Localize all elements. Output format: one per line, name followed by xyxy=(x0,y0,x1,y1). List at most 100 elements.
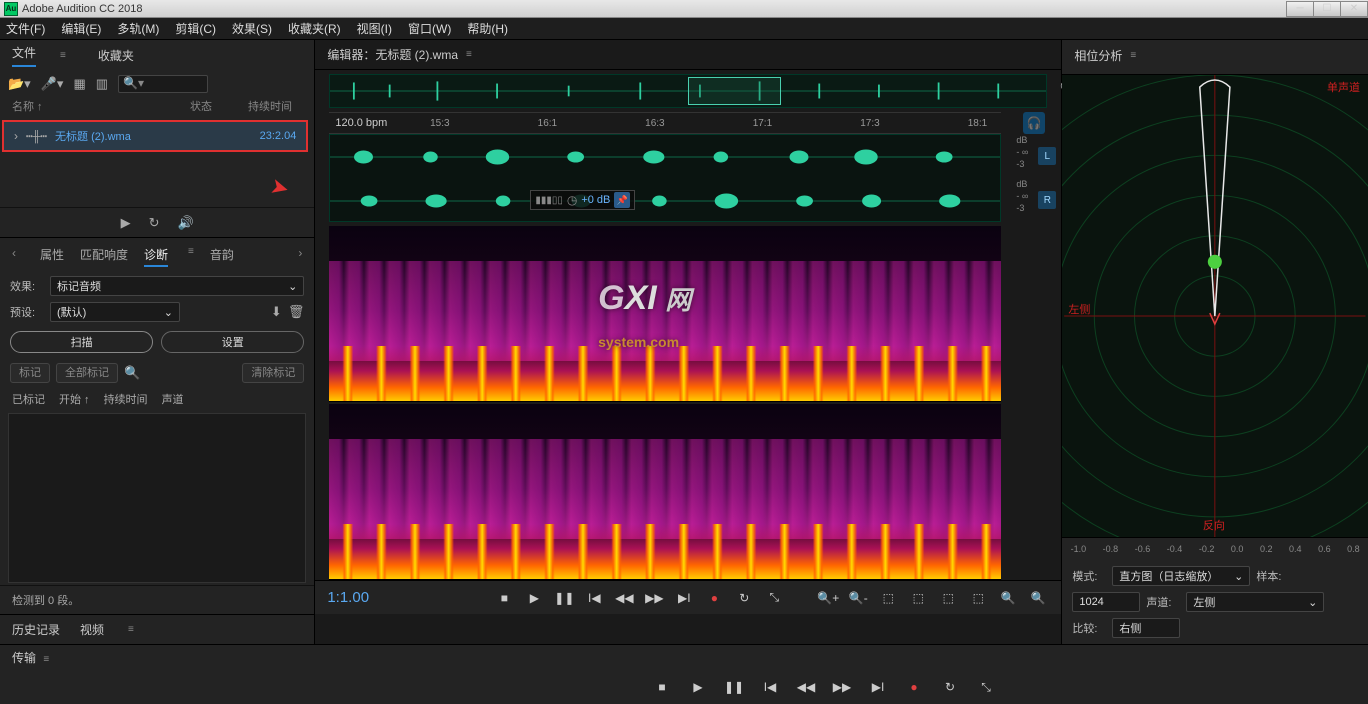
mode-select[interactable]: 直方图（日志缩放）⌄ xyxy=(1112,566,1250,586)
bpm-display[interactable]: 120.0 bpm xyxy=(335,117,387,129)
multitrack-icon[interactable]: ▦ xyxy=(73,76,85,92)
list-icon[interactable]: ▥ xyxy=(96,76,108,92)
zoom-in-point-button[interactable]: ⬚ xyxy=(937,587,959,609)
waveform-hud[interactable]: ▮▮▮▯▯ ◷ +0 dB 📌 xyxy=(530,190,635,210)
overview-waveform[interactable]: 🔍 ≡ xyxy=(329,74,1047,108)
rewind-button[interactable]: ◀◀ xyxy=(613,587,635,609)
channel-select[interactable]: 左侧⌄ xyxy=(1186,592,1324,612)
settings-button[interactable]: 设置 xyxy=(161,331,304,353)
zoom-selection-button[interactable]: ⬚ xyxy=(907,587,929,609)
col-marked[interactable]: 已标记 xyxy=(12,391,45,407)
menu-view[interactable]: 视图(I) xyxy=(357,20,392,37)
menu-icon[interactable]: ≡ xyxy=(128,624,134,635)
menu-favorites[interactable]: 收藏夹(R) xyxy=(288,20,341,37)
mark-all-button[interactable]: 全部标记 xyxy=(56,363,118,383)
tab-phonetics[interactable]: 音韵 xyxy=(210,246,234,267)
menu-edit[interactable]: 编辑(E) xyxy=(61,20,101,37)
snap-icon[interactable]: 🎧 xyxy=(1023,112,1045,134)
tab-files[interactable]: 文件 xyxy=(12,44,36,67)
open-folder-icon[interactable]: 📂▾ xyxy=(8,76,31,92)
minimize-button[interactable]: ─ xyxy=(1286,1,1314,17)
diagnostics-list[interactable] xyxy=(8,413,306,583)
time-ruler[interactable]: 120.0 bpm 15:3 16:1 16:3 17:1 17:3 18:1 … xyxy=(329,112,1001,134)
channel-l-badge[interactable]: L xyxy=(1038,147,1056,165)
preset-select[interactable]: (默认)⌄ xyxy=(50,302,180,322)
col-status[interactable]: 状态 xyxy=(190,98,240,118)
menu-multitrack[interactable]: 多轨(M) xyxy=(117,20,159,37)
loop-button[interactable]: ↻ xyxy=(939,676,961,698)
zoom-out-point-button[interactable]: ⬚ xyxy=(967,587,989,609)
menu-help[interactable]: 帮助(H) xyxy=(467,20,508,37)
forward-button[interactable]: ▶▶ xyxy=(831,676,853,698)
zoom-amplitude-button[interactable]: 🔍 xyxy=(997,587,1019,609)
skip-selection-button[interactable]: ⤡ xyxy=(975,676,997,698)
effect-select[interactable]: 标记音频⌄ xyxy=(50,276,304,296)
loop-button[interactable]: ↻ xyxy=(733,587,755,609)
play-button[interactable]: ▶ xyxy=(687,676,709,698)
menu-icon[interactable]: ≡ xyxy=(1130,50,1136,61)
pause-button[interactable]: ❚❚ xyxy=(723,676,745,698)
zoom-out-button[interactable]: 🔍- xyxy=(847,587,869,609)
tab-match-loudness[interactable]: 匹配响度 xyxy=(80,246,128,267)
tab-video[interactable]: 视频 xyxy=(80,621,104,638)
hud-pin-icon[interactable]: 📌 xyxy=(614,192,630,208)
zoom-full-button[interactable]: ⬚ xyxy=(877,587,899,609)
phase-scope[interactable]: 单声道 左侧 反向 xyxy=(1062,74,1368,538)
tab-history[interactable]: 历史记录 xyxy=(12,621,60,638)
menu-window[interactable]: 窗口(W) xyxy=(408,20,451,37)
save-preset-icon[interactable]: ⬇ xyxy=(271,304,282,320)
waveform-display[interactable]: dB- ∞-3 L dB- ∞-3 R ▮▮▮▯▯ ◷ +0 dB 📌 xyxy=(329,134,1001,222)
play-button[interactable]: ▶ xyxy=(523,587,545,609)
menu-icon[interactable]: ≡ xyxy=(188,246,194,267)
skip-start-button[interactable]: I◀ xyxy=(759,676,781,698)
skip-start-button[interactable]: I◀ xyxy=(583,587,605,609)
stop-button[interactable]: ■ xyxy=(493,587,515,609)
col-name[interactable]: 名称 ↑ xyxy=(12,98,182,118)
loop-icon[interactable]: ↻ xyxy=(149,215,160,231)
col-duration[interactable]: 持续时间 xyxy=(248,98,292,118)
delete-preset-icon[interactable]: 🗑 xyxy=(288,304,305,320)
scroll-left-icon[interactable]: ‹ xyxy=(12,246,16,260)
rewind-button[interactable]: ◀◀ xyxy=(795,676,817,698)
record-icon[interactable]: 🎤▾ xyxy=(41,76,64,92)
autoplay-icon[interactable]: 🔊 xyxy=(178,215,194,231)
spectrogram-l[interactable]: Hz10k6k2k1k GXI 网 system.com xyxy=(329,226,1001,402)
compare-select[interactable]: 右侧 xyxy=(1112,618,1180,638)
hud-gain[interactable]: +0 dB xyxy=(581,194,610,206)
skip-selection-button[interactable]: ⤡ xyxy=(763,587,785,609)
menu-icon[interactable]: ≡ xyxy=(466,49,472,60)
spectrogram-r[interactable]: Hz10k6k2k1k xyxy=(329,404,1001,580)
channel-r-badge[interactable]: R xyxy=(1038,191,1056,209)
tab-attributes[interactable]: 属性 xyxy=(40,246,64,267)
zoom-reset-button[interactable]: 🔍 xyxy=(1027,587,1049,609)
tab-favorites[interactable]: 收藏夹 xyxy=(98,47,134,64)
record-button[interactable]: ● xyxy=(903,676,925,698)
overview-range[interactable] xyxy=(688,77,781,106)
menu-file[interactable]: 文件(F) xyxy=(6,20,45,37)
play-icon[interactable]: ▶ xyxy=(121,215,131,231)
pause-button[interactable]: ❚❚ xyxy=(553,587,575,609)
skip-end-button[interactable]: ▶I xyxy=(867,676,889,698)
mark-button[interactable]: 标记 xyxy=(10,363,50,383)
col-channel[interactable]: 声道 xyxy=(162,391,184,407)
col-start[interactable]: 开始 ↑ xyxy=(59,391,90,407)
tab-diagnostics[interactable]: 诊断 xyxy=(144,246,168,267)
spectrogram-area[interactable]: Hz10k6k2k1k GXI 网 system.com Hz10k6k2k1k xyxy=(329,226,1001,580)
scroll-right-icon[interactable]: › xyxy=(298,246,302,260)
menu-clip[interactable]: 剪辑(C) xyxy=(175,20,216,37)
file-row[interactable]: › ┅╫┅ 无标题 (2).wma 23:2.04 xyxy=(2,120,308,152)
search-icon[interactable]: 🔍 xyxy=(124,365,140,381)
record-button[interactable]: ● xyxy=(703,587,725,609)
timecode[interactable]: 1:1.00 xyxy=(327,589,437,606)
search-input[interactable]: 🔍▾ xyxy=(118,75,208,93)
menu-icon[interactable]: ≡ xyxy=(43,654,49,665)
menu-effects[interactable]: 效果(S) xyxy=(232,20,272,37)
stop-button[interactable]: ■ xyxy=(651,676,673,698)
chevron-right-icon[interactable]: › xyxy=(14,129,18,143)
forward-button[interactable]: ▶▶ xyxy=(643,587,665,609)
zoom-in-button[interactable]: 🔍+ xyxy=(817,587,839,609)
close-button[interactable]: ✕ xyxy=(1340,1,1368,17)
sample-select[interactable]: 1024 xyxy=(1072,592,1140,612)
skip-end-button[interactable]: ▶I xyxy=(673,587,695,609)
menu-icon[interactable]: ≡ xyxy=(60,50,66,61)
